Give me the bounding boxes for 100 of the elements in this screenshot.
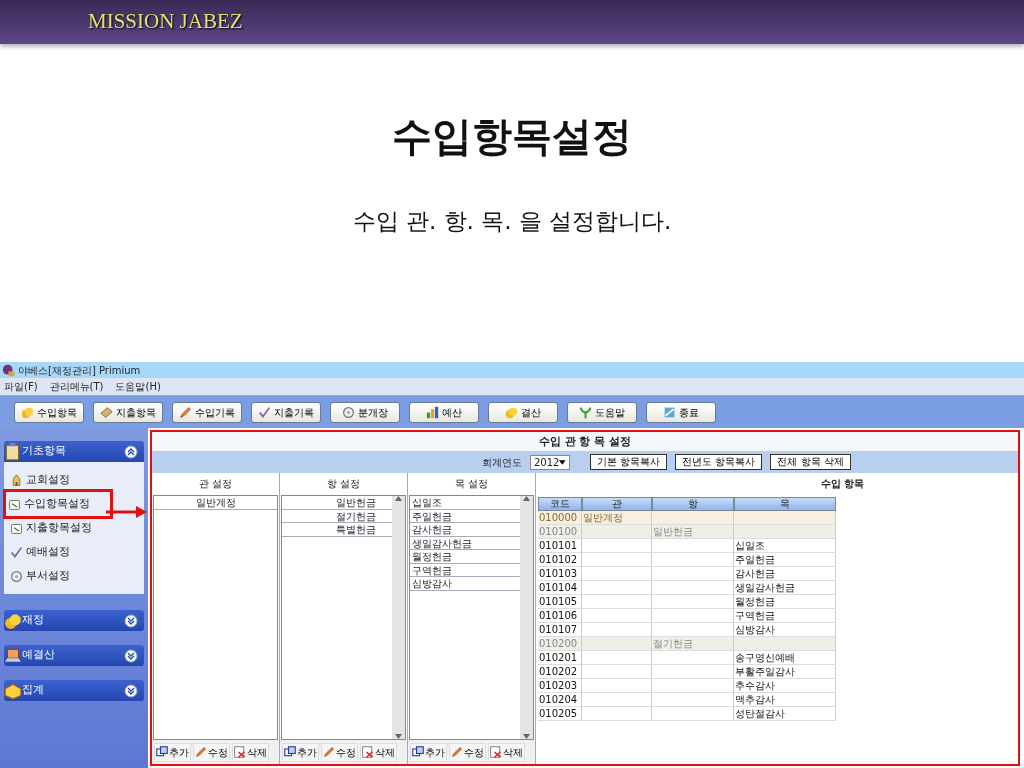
- coins-icon: [505, 405, 518, 419]
- sidebar-item[interactable]: 지출항목설정: [8, 516, 140, 540]
- slide-subtitle: 수입 관. 항. 목. 을 설정합니다.: [352, 207, 672, 236]
- table-row[interactable]: 010104 생일감사헌금: [538, 581, 836, 595]
- laptop-icon: [4, 646, 22, 665]
- exit-icon: [663, 405, 676, 419]
- table-cell: 010205: [538, 707, 582, 721]
- checkmark-icon: [258, 405, 271, 419]
- expand-icon[interactable]: [124, 683, 138, 698]
- toolbar-button[interactable]: 도움말: [567, 401, 637, 423]
- toolbar-button[interactable]: 예산: [409, 401, 479, 423]
- table-row[interactable]: 010107 심방감사: [538, 623, 836, 637]
- caret-icon: [559, 459, 566, 465]
- delete-icon: [490, 746, 502, 758]
- expand-icon[interactable]: [124, 648, 138, 663]
- expand-icon[interactable]: [124, 613, 138, 628]
- list-button[interactable]: 수정: [449, 742, 486, 762]
- column-header: 관 설정: [198, 478, 233, 489]
- table-row[interactable]: 010103 감사헌금: [538, 567, 836, 581]
- sidebar-item[interactable]: 부서설정: [8, 564, 140, 588]
- toolbar-button[interactable]: 결산: [488, 401, 558, 423]
- table-cell: 성탄절감사: [734, 707, 836, 721]
- clipboard-icon: [4, 442, 22, 461]
- column-header: 수입 항목: [820, 478, 864, 489]
- app-icon: [2, 363, 15, 377]
- column-header: 목 설정: [454, 478, 489, 489]
- table-row[interactable]: 010101 십일조: [538, 539, 836, 553]
- scroll-up-icon[interactable]: [395, 496, 402, 501]
- pencil-icon: [195, 746, 207, 758]
- list-button[interactable]: 삭제: [360, 742, 397, 762]
- table-row[interactable]: 010102 주일헌금: [538, 553, 836, 567]
- toolbar-button[interactable]: 수입기록: [172, 401, 242, 423]
- collapse-icon[interactable]: [124, 444, 138, 459]
- table-row[interactable]: 010202 부활주일감사: [538, 665, 836, 679]
- list-button[interactable]: 수정: [321, 742, 358, 762]
- table-header: 코드: [538, 497, 582, 511]
- year-label: 회계연도: [482, 455, 522, 470]
- table-row[interactable]: 010000 일반계정: [538, 511, 836, 525]
- toolbar-button[interactable]: 지출기록: [251, 401, 321, 423]
- table-row[interactable]: 010105 월정헌금: [538, 595, 836, 609]
- box-icon: [4, 681, 22, 700]
- disc-icon: [342, 405, 355, 419]
- table-row[interactable]: 010203 추수감사: [538, 679, 836, 693]
- disc-icon: [10, 569, 23, 583]
- document-icon: [8, 497, 21, 511]
- table-row[interactable]: 010205 성탄절감사: [538, 707, 836, 721]
- sidebar-section[interactable]: 기초항목: [4, 441, 144, 462]
- sidebar-item[interactable]: 수입항목설정: [6, 492, 110, 516]
- list-button[interactable]: 삭제: [488, 742, 525, 762]
- toolbar-button[interactable]: 종료: [646, 401, 716, 423]
- scroll-up-icon[interactable]: [523, 496, 530, 501]
- sidebar-section[interactable]: 집계: [4, 680, 144, 701]
- bar-chart-icon: [426, 405, 439, 419]
- church-icon: [10, 473, 23, 487]
- sidebar-section[interactable]: 재정: [4, 610, 144, 631]
- pencil-icon: [179, 405, 192, 419]
- list-button[interactable]: 추가: [282, 742, 319, 762]
- window-icon: [412, 746, 424, 758]
- delete-icon: [362, 746, 374, 758]
- table-header: 목: [734, 497, 836, 511]
- list-button[interactable]: 추가: [410, 742, 447, 762]
- toolbar-button[interactable]: 지출항목: [93, 401, 163, 423]
- toolbar-button[interactable]: 분개장: [330, 401, 400, 423]
- year-dropdown[interactable]: 2012: [530, 454, 570, 470]
- book-icon: [100, 405, 113, 419]
- checkmark-icon: [10, 545, 23, 559]
- scrollbar[interactable]: [392, 496, 405, 739]
- action-button[interactable]: 기본 항목복사: [590, 454, 668, 470]
- callout-arrow: [106, 505, 148, 519]
- sidebar-item[interactable]: 예배설정: [8, 540, 140, 564]
- menu-item[interactable]: 관리메뉴(T): [49, 379, 104, 394]
- column-header: 항 설정: [326, 478, 361, 489]
- list-item[interactable]: 일반계정: [154, 496, 277, 510]
- pencil-icon: [323, 746, 335, 758]
- brand-logo: MISSION JABEZ: [88, 8, 243, 36]
- menu-item[interactable]: 파일(F): [4, 379, 38, 394]
- list-button[interactable]: 수정: [193, 742, 230, 762]
- sprout-icon: [579, 405, 592, 419]
- action-button[interactable]: 전체 항목 삭제: [770, 454, 851, 470]
- delete-icon: [234, 746, 246, 758]
- coins-icon: [4, 611, 22, 630]
- sidebar-section[interactable]: 예결산: [4, 645, 144, 666]
- coins-icon: [21, 405, 34, 419]
- action-button[interactable]: 전년도 항목복사: [675, 454, 763, 470]
- slide-title: 수입항목설정: [392, 112, 632, 161]
- table-row[interactable]: 010201 송구영신예배: [538, 651, 836, 665]
- table-row[interactable]: 010106 구역헌금: [538, 609, 836, 623]
- table-header: 관: [582, 497, 652, 511]
- pencil-icon: [451, 746, 463, 758]
- sidebar-item[interactable]: 교회설정: [8, 468, 140, 492]
- panel-title: 수입 관 항 목 설정: [538, 435, 632, 448]
- toolbar-button[interactable]: 수입항목: [14, 401, 84, 423]
- list-button[interactable]: 추가: [154, 742, 191, 762]
- table-row[interactable]: 010204 맥추감사: [538, 693, 836, 707]
- scrollbar[interactable]: [520, 496, 533, 739]
- list-button[interactable]: 삭제: [232, 742, 269, 762]
- window-title: 야베스[재정관리] Primium: [18, 363, 141, 378]
- window-icon: [284, 746, 296, 758]
- document-icon: [10, 521, 23, 535]
- menu-item[interactable]: 도움말(H): [115, 379, 161, 394]
